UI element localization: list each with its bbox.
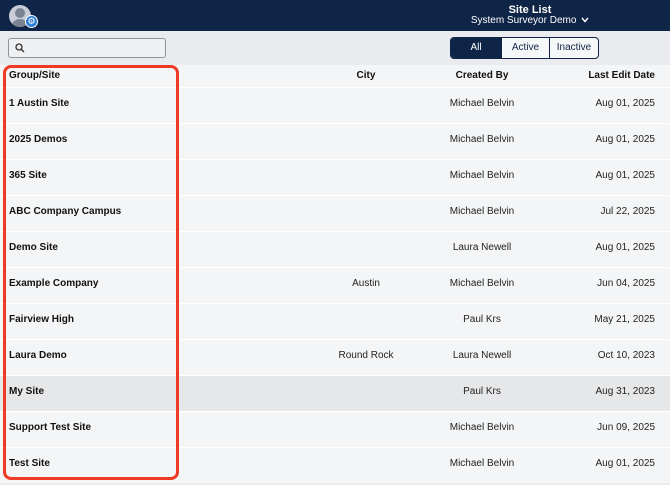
toolbar: All Active Inactive — [0, 31, 670, 65]
site-city: Austin — [352, 278, 380, 289]
site-last-edit: Jul 22, 2025 — [600, 206, 656, 217]
site-created-by: Michael Belvin — [449, 422, 515, 433]
site-created-by: Michael Belvin — [449, 278, 515, 289]
site-created-by: Michael Belvin — [449, 170, 515, 181]
chevron-down-icon — [581, 17, 589, 23]
table-row[interactable]: 1 Austin Site Michael Belvin Aug 01, 202… — [0, 87, 670, 123]
site-last-edit: Jun 04, 2025 — [597, 278, 655, 289]
top-bar: ⚙ Site List System Surveyor Demo — [0, 0, 670, 31]
filter-active-tab[interactable]: Active — [501, 38, 549, 58]
site-created-by: Laura Newell — [452, 350, 512, 361]
site-name: Fairview High — [9, 314, 75, 325]
site-table: Group/Site City Created By Last Edit Dat… — [0, 65, 670, 483]
site-name: Demo Site — [9, 242, 58, 253]
workspace-selector[interactable]: System Surveyor Demo — [450, 15, 610, 27]
site-last-edit: May 21, 2025 — [594, 314, 655, 325]
site-last-edit: Aug 01, 2025 — [595, 134, 656, 145]
site-name: My Site — [9, 386, 45, 397]
table-row[interactable]: My Site Paul Krs Aug 31, 2023 — [0, 375, 670, 411]
filter-all-tab[interactable]: All — [451, 38, 501, 58]
table-row[interactable]: Example Company Austin Michael Belvin Ju… — [0, 267, 670, 303]
column-header-group-site[interactable]: Group/Site — [9, 65, 60, 87]
site-last-edit: Aug 01, 2025 — [595, 98, 656, 109]
table-row[interactable]: Demo Site Laura Newell Aug 01, 2025 — [0, 231, 670, 267]
site-last-edit: Oct 10, 2023 — [597, 350, 655, 361]
site-created-by: Paul Krs — [463, 314, 501, 325]
site-created-by: Michael Belvin — [449, 206, 515, 217]
site-city: Round Rock — [338, 350, 394, 361]
gear-badge-icon[interactable]: ⚙ — [25, 15, 38, 28]
workspace-name: System Surveyor Demo — [470, 15, 577, 26]
site-created-by: Michael Belvin — [449, 98, 515, 109]
site-last-edit: Jun 09, 2025 — [597, 422, 655, 433]
site-created-by: Laura Newell — [452, 242, 512, 253]
table-row[interactable]: Fairview High Paul Krs May 21, 2025 — [0, 303, 670, 339]
site-last-edit: Aug 01, 2025 — [595, 170, 656, 181]
site-name: 1 Austin Site — [9, 98, 70, 109]
table-row[interactable]: Laura Demo Round Rock Laura Newell Oct 1… — [0, 339, 670, 375]
site-name: Support Test Site — [9, 422, 92, 433]
site-name: 365 Site — [9, 170, 47, 181]
site-last-edit: Aug 01, 2025 — [595, 458, 656, 469]
status-filter: All Active Inactive — [450, 37, 599, 59]
site-created-by: Michael Belvin — [449, 458, 515, 469]
site-last-edit: Aug 01, 2025 — [595, 242, 656, 253]
filter-inactive-tab[interactable]: Inactive — [549, 38, 598, 58]
table-header: Group/Site City Created By Last Edit Dat… — [0, 65, 670, 87]
search-icon — [15, 43, 25, 53]
table-row[interactable]: 365 Site Michael Belvin Aug 01, 2025 — [0, 159, 670, 195]
site-name: Example Company — [9, 278, 99, 289]
search-input[interactable] — [8, 38, 166, 58]
site-created-by: Michael Belvin — [449, 134, 515, 145]
column-header-last-edit-date[interactable]: Last Edit Date — [588, 65, 655, 87]
table-row[interactable]: Test Site Michael Belvin Aug 01, 2025 — [0, 447, 670, 483]
site-name: Test Site — [9, 458, 50, 469]
site-name: Laura Demo — [9, 350, 67, 361]
site-last-edit: Aug 31, 2023 — [595, 386, 656, 397]
column-header-city[interactable]: City — [320, 65, 412, 87]
site-name: 2025 Demos — [9, 134, 68, 145]
table-row[interactable]: ABC Company Campus Michael Belvin Jul 22… — [0, 195, 670, 231]
site-created-by: Paul Krs — [463, 386, 501, 397]
table-row[interactable]: 2025 Demos Michael Belvin Aug 01, 2025 — [0, 123, 670, 159]
column-header-created-by[interactable]: Created By — [430, 65, 534, 87]
table-row[interactable]: Support Test Site Michael Belvin Jun 09,… — [0, 411, 670, 447]
site-name: ABC Company Campus — [9, 206, 122, 217]
